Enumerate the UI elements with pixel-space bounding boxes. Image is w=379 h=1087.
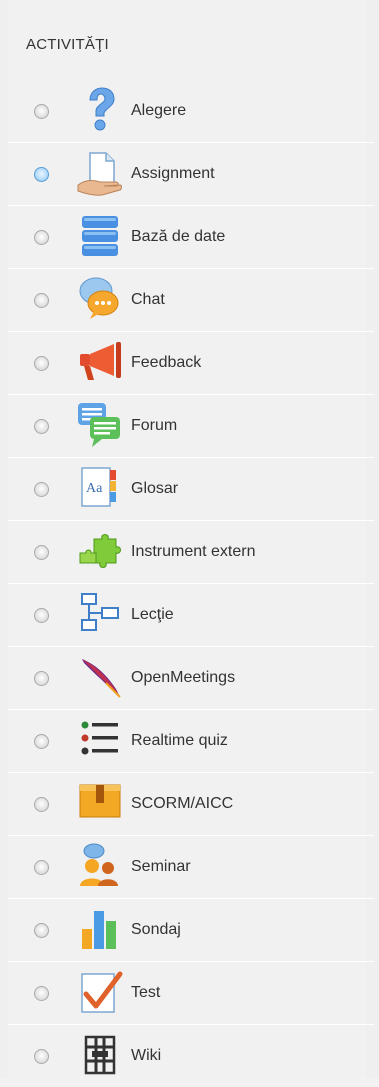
megaphone-icon bbox=[80, 342, 121, 380]
radio-button[interactable] bbox=[34, 860, 49, 875]
activity-label: Realtime quiz bbox=[131, 732, 228, 749]
activity-label: Forum bbox=[131, 417, 178, 434]
radio-button[interactable] bbox=[34, 545, 49, 560]
activity-option-realtime-quiz[interactable]: Realtime quiz bbox=[8, 710, 374, 773]
wiki-icon bbox=[84, 1035, 116, 1075]
activity-label: Seminar bbox=[131, 858, 191, 875]
lesson-flowchart-icon bbox=[81, 593, 119, 631]
glossary-icon: Aa bbox=[81, 467, 116, 507]
chat-bubble-icon bbox=[79, 277, 119, 319]
activity-label: OpenMeetings bbox=[131, 669, 236, 686]
activities-list: Alegere Assignment Bază de date Chat Fee… bbox=[8, 80, 374, 1087]
forum-bubbles-icon bbox=[78, 403, 120, 447]
activity-label: Assignment bbox=[131, 165, 215, 182]
radio-button[interactable] bbox=[34, 104, 49, 119]
activity-option-instrument-extern[interactable]: Instrument extern bbox=[8, 521, 374, 584]
activity-option-baza-de-date[interactable]: Bază de date bbox=[8, 206, 374, 269]
activity-label: SCORM/AICC bbox=[131, 795, 234, 812]
activity-option-alegere[interactable]: Alegere bbox=[8, 80, 374, 143]
question-icon bbox=[89, 87, 115, 131]
activities-panel: ACTIVITĂŢI Alegere Assignment Bază de da… bbox=[0, 0, 379, 1078]
activity-label: Bază de date bbox=[131, 228, 226, 245]
activity-option-openmeetings[interactable]: OpenMeetings bbox=[8, 647, 374, 710]
radio-button[interactable] bbox=[34, 608, 49, 623]
activity-label: Wiki bbox=[131, 1047, 162, 1064]
activity-option-glosar[interactable]: Aa Glosar bbox=[8, 458, 374, 521]
activity-option-forum[interactable]: Forum bbox=[8, 395, 374, 458]
activity-option-lectie[interactable]: Lecţie bbox=[8, 584, 374, 647]
feather-icon bbox=[82, 659, 121, 698]
activity-label: Lecţie bbox=[131, 606, 174, 623]
assignment-hand-icon bbox=[77, 152, 122, 196]
radio-button[interactable] bbox=[34, 419, 49, 434]
radio-button[interactable] bbox=[34, 356, 49, 371]
quiz-check-icon bbox=[81, 971, 123, 1013]
radio-button[interactable] bbox=[34, 986, 49, 1001]
scorm-box-icon bbox=[79, 784, 121, 818]
radio-button[interactable] bbox=[34, 1049, 49, 1064]
activity-option-assignment[interactable]: Assignment bbox=[8, 143, 374, 206]
radio-button[interactable] bbox=[34, 671, 49, 686]
list-icon bbox=[81, 721, 118, 755]
database-icon bbox=[82, 216, 118, 256]
puzzle-icon bbox=[79, 534, 121, 568]
svg-text:Aa: Aa bbox=[86, 481, 103, 496]
activity-label: Feedback bbox=[131, 354, 202, 371]
workshop-people-icon bbox=[80, 843, 118, 886]
activity-label: Instrument extern bbox=[131, 543, 256, 560]
radio-button[interactable] bbox=[34, 293, 49, 308]
radio-button[interactable] bbox=[34, 923, 49, 938]
activity-label: Alegere bbox=[131, 102, 187, 119]
activity-option-seminar[interactable]: Seminar bbox=[8, 836, 374, 899]
activity-option-feedback[interactable]: Feedback bbox=[8, 332, 374, 395]
activity-option-test[interactable]: Test bbox=[8, 962, 374, 1025]
radio-button-selected[interactable] bbox=[34, 167, 49, 182]
radio-button[interactable] bbox=[34, 482, 49, 497]
activities-heading: ACTIVITĂŢI bbox=[26, 36, 109, 53]
radio-button[interactable] bbox=[34, 734, 49, 749]
activities-panel-inner: ACTIVITĂŢI Alegere Assignment Bază de da… bbox=[8, 0, 374, 1078]
activity-label: Glosar bbox=[131, 480, 179, 497]
activity-option-chat[interactable]: Chat bbox=[8, 269, 374, 332]
radio-button[interactable] bbox=[34, 797, 49, 812]
activity-option-scorm-aicc[interactable]: SCORM/AICC bbox=[8, 773, 374, 836]
activity-option-sondaj[interactable]: Sondaj bbox=[8, 899, 374, 962]
radio-button[interactable] bbox=[34, 230, 49, 245]
activity-label: Test bbox=[131, 984, 161, 1001]
activity-label: Sondaj bbox=[131, 921, 181, 938]
activity-label: Chat bbox=[131, 291, 165, 308]
survey-bars-icon bbox=[82, 911, 116, 949]
